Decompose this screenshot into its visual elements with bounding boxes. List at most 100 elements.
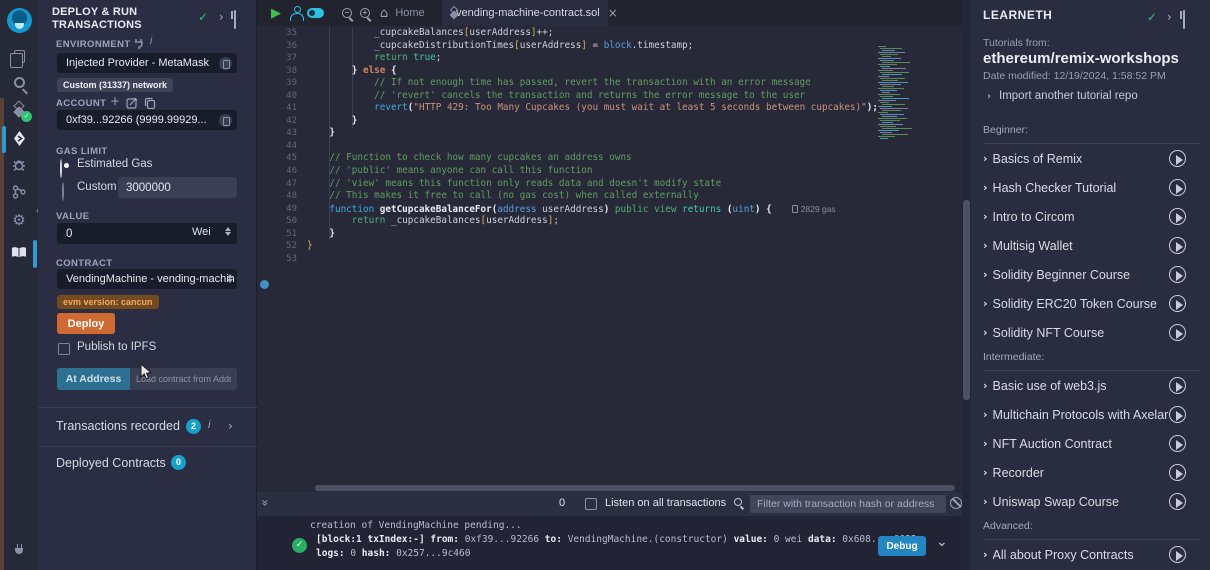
line-number[interactable]: 44 <box>257 140 297 153</box>
learneth-collapse-icon[interactable]: › <box>1167 10 1172 24</box>
editor-tab[interactable]: vending-machine-contract.sol × <box>442 0 608 26</box>
terminal-filter-input[interactable] <box>750 495 946 513</box>
contract-select[interactable]: VendingMachine - vending-machin <box>57 269 237 289</box>
tutorial-item[interactable]: ›Recorder <box>983 458 1200 487</box>
at-address-button[interactable]: At Address <box>57 368 130 390</box>
editor-gutter[interactable]: 35363738394041424344454647484950515253 <box>257 27 297 265</box>
import-tutorial-repo-toggle[interactable]: ›Import another tutorial repo <box>987 90 1138 102</box>
publish-to-ipfs-checkbox[interactable] <box>58 343 70 355</box>
tutorial-item[interactable]: ›Multisig Wallet <box>983 231 1200 260</box>
play-tutorial-button[interactable] <box>1169 435 1186 452</box>
home-icon[interactable]: ⌂ <box>377 0 391 26</box>
tutorial-item[interactable]: ›Basics of Remix <box>983 144 1200 173</box>
estimated-gas-radio[interactable] <box>60 159 62 178</box>
play-tutorial-button[interactable] <box>1169 377 1186 394</box>
plug-icon[interactable] <box>0 540 38 560</box>
line-number[interactable]: 37 <box>257 52 297 65</box>
environment-copy-badge-icon[interactable] <box>219 57 232 70</box>
line-number[interactable]: 49 <box>257 203 297 216</box>
panel-pin-icon[interactable] <box>234 10 236 29</box>
play-tutorial-button[interactable] <box>1169 493 1186 510</box>
publish-walkthrough-icon[interactable] <box>287 0 305 26</box>
learneth-panel: LEARNETH ✓ › Tutorials from: ethereum/re… <box>971 0 1210 570</box>
environment-info-icon[interactable]: i <box>150 36 152 47</box>
code-editor[interactable]: 35363738394041424344454647484950515253 _… <box>257 26 962 483</box>
source-control-icon[interactable] <box>0 182 38 202</box>
line-number[interactable]: 43 <box>257 127 297 140</box>
value-input[interactable] <box>57 223 185 244</box>
preview-toggle-icon[interactable] <box>304 0 326 26</box>
vertical-scrollbar[interactable] <box>962 0 971 570</box>
tutorial-item[interactable]: ›Intro to Circom <box>983 202 1200 231</box>
line-number[interactable]: 50 <box>257 215 297 228</box>
vertical-scrollbar-thumb[interactable] <box>963 200 970 400</box>
expand-terminal-icon[interactable]: « <box>258 499 272 506</box>
account-select[interactable]: 0xf39...92266 (9999.99929... <box>57 110 237 130</box>
horizontal-scrollbar[interactable] <box>315 485 955 491</box>
learneth-pin-icon[interactable] <box>1183 10 1185 29</box>
tutorial-item[interactable]: ›Solidity NFT Course <box>983 318 1200 347</box>
line-number[interactable]: 39 <box>257 77 297 90</box>
line-number[interactable]: 40 <box>257 90 297 103</box>
panel-collapse-icon[interactable]: › <box>219 10 224 24</box>
custom-gas-radio[interactable] <box>62 182 64 201</box>
play-tutorial-button[interactable] <box>1169 179 1186 196</box>
play-tutorial-button[interactable] <box>1169 464 1186 481</box>
line-number[interactable]: 42 <box>257 115 297 128</box>
add-account-icon[interactable]: + <box>110 94 120 108</box>
play-tutorial-button[interactable] <box>1169 324 1186 341</box>
value-unit-arrows-icon[interactable] <box>225 227 231 236</box>
line-number[interactable]: 52 <box>257 240 297 253</box>
play-tutorial-button[interactable] <box>1169 266 1186 283</box>
close-tab-icon[interactable]: × <box>608 6 618 20</box>
home-tab-label[interactable]: Home <box>393 0 427 26</box>
environment-select[interactable]: Injected Provider - MetaMask <box>57 53 237 73</box>
zoom-out-icon[interactable]: − <box>339 0 355 26</box>
play-tutorial-button[interactable] <box>1169 546 1186 563</box>
custom-gas-input[interactable] <box>118 177 237 198</box>
run-script-button[interactable]: ▶ <box>267 0 285 26</box>
tutorial-item[interactable]: ›Multichain Protocols with Axelar <box>983 400 1200 429</box>
tutorial-item[interactable]: ›Basic use of web3.js <box>983 371 1200 400</box>
line-number[interactable]: 36 <box>257 40 297 53</box>
play-tutorial-button[interactable] <box>1169 406 1186 423</box>
line-number[interactable]: 53 <box>257 253 297 266</box>
tutorial-item[interactable]: ›Hash Checker Tutorial <box>983 173 1200 202</box>
solidity-compiler-icon[interactable]: ✓ <box>0 100 38 120</box>
editor-minimap[interactable] <box>878 46 911 140</box>
tutorial-item[interactable]: ›Solidity Beginner Course <box>983 260 1200 289</box>
line-number[interactable]: 38 <box>257 65 297 78</box>
tutorial-item[interactable]: ›Uniswap Swap Course <box>983 487 1200 516</box>
transactions-expand-icon[interactable]: › <box>228 419 233 433</box>
line-number[interactable]: 47 <box>257 178 297 191</box>
account-copy-badge-icon[interactable] <box>219 114 232 127</box>
line-number[interactable]: 46 <box>257 165 297 178</box>
zoom-in-icon[interactable]: + <box>357 0 373 26</box>
tutorial-item[interactable]: ›Solidity ERC20 Token Course <box>983 289 1200 318</box>
line-number[interactable]: 48 <box>257 190 297 203</box>
clear-console-icon[interactable] <box>950 497 962 509</box>
plugin-manager-icon[interactable]: ⚙ <box>0 210 38 230</box>
line-number[interactable]: 35 <box>257 27 297 40</box>
code-line: } <box>307 228 962 241</box>
play-tutorial-button[interactable] <box>1169 295 1186 312</box>
remix-logo-icon[interactable] <box>0 7 38 34</box>
value-unit-select[interactable]: Wei <box>192 226 211 238</box>
search-icon[interactable] <box>0 72 38 92</box>
breakpoint-marker[interactable] <box>260 280 269 289</box>
play-tutorial-button[interactable] <box>1169 150 1186 167</box>
debug-button[interactable]: Debug <box>878 536 926 556</box>
debugger-icon[interactable] <box>0 155 38 175</box>
play-tutorial-button[interactable] <box>1169 208 1186 225</box>
tutorial-item[interactable]: ›All about Proxy Contracts <box>983 540 1200 569</box>
expand-transaction-icon[interactable]: ⌄ <box>936 534 948 550</box>
deploy-button[interactable]: Deploy <box>57 313 115 334</box>
tutorial-item[interactable]: ›NFT Auction Contract <box>983 429 1200 458</box>
line-number[interactable]: 51 <box>257 228 297 241</box>
play-tutorial-button[interactable] <box>1169 237 1186 254</box>
listen-all-transactions-checkbox[interactable] <box>585 498 597 510</box>
transactions-info-icon[interactable]: i <box>208 419 210 431</box>
line-number[interactable]: 41 <box>257 102 297 115</box>
file-explorer-icon[interactable] <box>0 46 38 66</box>
line-number[interactable]: 45 <box>257 152 297 165</box>
